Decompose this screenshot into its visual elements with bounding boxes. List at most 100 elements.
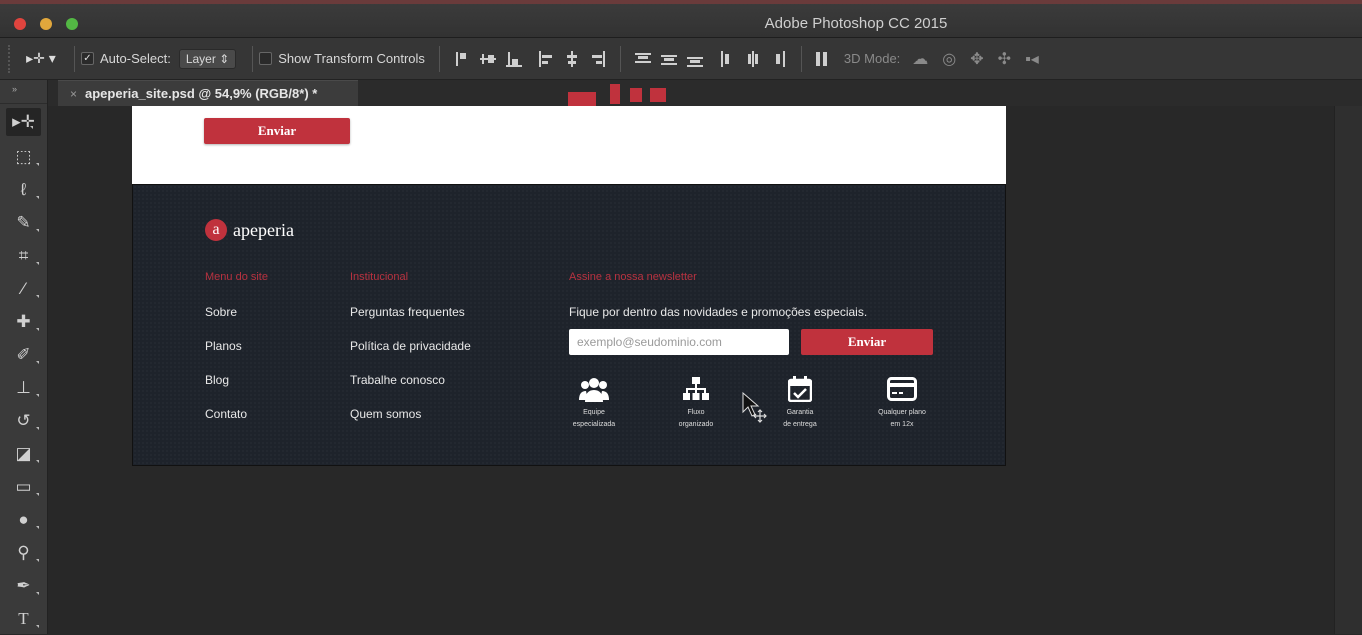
3d-pan-icon[interactable]: ✥: [970, 49, 983, 69]
menu-link-blog[interactable]: Blog: [205, 373, 268, 407]
tools-panel: » ▸✛ ⬚ ℓ ✎ ⌗ ⁄ ✚ ✐ ⊥ ↺ ◪ ▭ ● ⚲ ✒ T: [0, 80, 48, 634]
marquee-tool-icon[interactable]: ⬚: [0, 140, 47, 173]
canvas-workspace[interactable]: Enviar a apeperia Menu do site Sobre Pla…: [48, 84, 1334, 634]
document-tab-strip: × apeperia_site.psd @ 54,9% (RGB/8*) *: [48, 80, 1362, 106]
blur-tool-icon[interactable]: ●: [0, 503, 47, 536]
brand-logo-icon: a: [205, 219, 227, 241]
align-hcenter-icon[interactable]: [564, 50, 580, 67]
feature-item: Equipe especializada: [559, 373, 629, 429]
brush-tool-icon[interactable]: ✐: [0, 338, 47, 371]
newsletter-email-input[interactable]: [569, 329, 789, 355]
3d-roll-icon[interactable]: ◎: [942, 49, 956, 69]
menu-link-sobre[interactable]: Sobre: [205, 305, 268, 339]
distribute-left-icon[interactable]: [719, 50, 735, 67]
footer-brand: a apeperia: [205, 219, 294, 241]
lasso-tool-icon[interactable]: ℓ: [0, 173, 47, 206]
sitemap-icon: [661, 373, 731, 405]
move-tool-preset-icon[interactable]: ▸✛ ▾: [14, 50, 68, 67]
dodge-tool-icon[interactable]: ⚲: [0, 536, 47, 569]
crop-tool-icon[interactable]: ⌗: [0, 239, 47, 272]
healing-brush-tool-icon[interactable]: ✚: [0, 305, 47, 338]
document-canvas[interactable]: Enviar a apeperia Menu do site Sobre Pla…: [132, 84, 1006, 466]
distribute-vcenter-icon[interactable]: [660, 51, 677, 67]
window-title: Adobe Photoshop CC 2015: [764, 15, 948, 32]
feature-label-2: especializada: [572, 421, 616, 428]
divider: [74, 45, 75, 72]
distribute-v-buttons: [634, 51, 703, 67]
feature-item: Garantia de entrega: [765, 373, 835, 429]
clone-stamp-tool-icon[interactable]: ⊥: [0, 371, 47, 404]
institutional-link-privacy[interactable]: Política de privacidade: [350, 339, 471, 373]
pen-tool-icon[interactable]: ✒: [0, 569, 47, 602]
calendar-check-icon: [765, 373, 835, 405]
institutional-link-about[interactable]: Quem somos: [350, 407, 471, 441]
show-transform-checkbox[interactable]: [259, 52, 273, 65]
eraser-tool-icon[interactable]: ◪: [0, 437, 47, 470]
feature-item: Qualquer plano em 12x: [867, 373, 937, 429]
newsletter-title: Assine a nossa newsletter: [569, 271, 697, 283]
feature-label-1: Qualquer plano: [878, 409, 926, 416]
institutional-title: Institucional: [350, 271, 409, 283]
history-brush-tool-icon[interactable]: ↺: [0, 404, 47, 437]
feature-label-2: de entrega: [783, 421, 817, 428]
align-top-icon[interactable]: [454, 51, 470, 67]
align-left-icon[interactable]: [538, 50, 554, 67]
newsletter-submit-button[interactable]: Enviar: [801, 329, 933, 355]
menu-column: Menu do site Sobre Planos Blog Contato: [205, 271, 268, 441]
align-bottom-icon[interactable]: [505, 51, 522, 67]
feature-item: Fluxo organizado: [661, 373, 731, 429]
vertical-scrollbar[interactable]: [1334, 106, 1362, 634]
divider: [619, 45, 621, 72]
top-submit-button[interactable]: Enviar: [204, 118, 350, 144]
show-transform-label: Show Transform Controls: [278, 51, 425, 66]
document-tab-title: apeperia_site.psd @ 54,9% (RGB/8*) *: [85, 86, 318, 101]
align-vcenter-icon[interactable]: [479, 51, 496, 67]
3d-mode-label: 3D Mode:: [843, 51, 901, 66]
align-right-icon[interactable]: [590, 50, 606, 67]
auto-align-layers-icon[interactable]: [814, 51, 830, 67]
align-h-buttons: [538, 50, 606, 67]
newsletter-description: Fique por dentro das novidades e promoçõ…: [569, 305, 868, 319]
3d-scale-icon[interactable]: ▪◂: [1025, 49, 1039, 69]
close-tab-icon[interactable]: ×: [70, 87, 77, 101]
site-footer: a apeperia Menu do site Sobre Planos Blo…: [132, 184, 1006, 466]
brand-name: apeperia: [233, 219, 294, 240]
institutional-link-faq[interactable]: Perguntas frequentes: [350, 305, 471, 339]
distribute-h-buttons: [719, 50, 787, 67]
distribute-hcenter-icon[interactable]: [745, 50, 761, 67]
document-tab[interactable]: × apeperia_site.psd @ 54,9% (RGB/8*) *: [58, 80, 358, 106]
institutional-column: Institucional Perguntas frequentes Polít…: [350, 271, 471, 441]
auto-select-checkbox[interactable]: ✓: [81, 52, 94, 65]
auto-select-label: Auto-Select:: [100, 51, 171, 66]
divider: [252, 45, 254, 72]
newsletter-form: Enviar: [569, 329, 949, 355]
distribute-bottom-icon[interactable]: [686, 51, 703, 67]
quick-selection-tool-icon[interactable]: ✎: [0, 206, 47, 239]
feature-label-2: organizado: [678, 421, 714, 428]
distribute-top-icon[interactable]: [634, 51, 651, 67]
options-bar: ▸✛ ▾ ✓ Auto-Select: Layer ⇕ Show Transfo…: [0, 38, 1362, 80]
newsletter-section: Assine a nossa newsletter Fique por dent…: [569, 271, 949, 355]
eyedropper-tool-icon[interactable]: ⁄: [0, 272, 47, 305]
team-icon: [559, 373, 629, 405]
menu-link-planos[interactable]: Planos: [205, 339, 268, 373]
page-section-top: Enviar: [132, 84, 1006, 184]
gradient-tool-icon[interactable]: ▭: [0, 470, 47, 503]
move-tool-icon[interactable]: ▸✛: [6, 108, 41, 136]
3d-slide-icon[interactable]: ✣: [998, 49, 1011, 69]
feature-label-1: Garantia: [786, 409, 814, 416]
divider: [438, 45, 440, 72]
menu-title: Menu do site: [205, 271, 268, 283]
auto-select-dropdown[interactable]: Layer ⇕: [178, 48, 237, 69]
feature-label-1: Fluxo: [687, 409, 705, 416]
move-cursor-icon: [742, 391, 768, 426]
feature-label-2: em 12x: [890, 421, 914, 428]
menu-link-contato[interactable]: Contato: [205, 407, 268, 441]
feature-label-1: Equipe: [583, 409, 605, 416]
tools-panel-collapse[interactable]: »: [0, 80, 47, 104]
distribute-right-icon[interactable]: [771, 50, 787, 67]
institutional-link-careers[interactable]: Trabalhe conosco: [350, 373, 471, 407]
auto-select-value: Layer: [185, 51, 216, 66]
3d-orbit-icon[interactable]: ☁: [912, 49, 928, 69]
type-tool-icon[interactable]: T: [0, 602, 47, 635]
